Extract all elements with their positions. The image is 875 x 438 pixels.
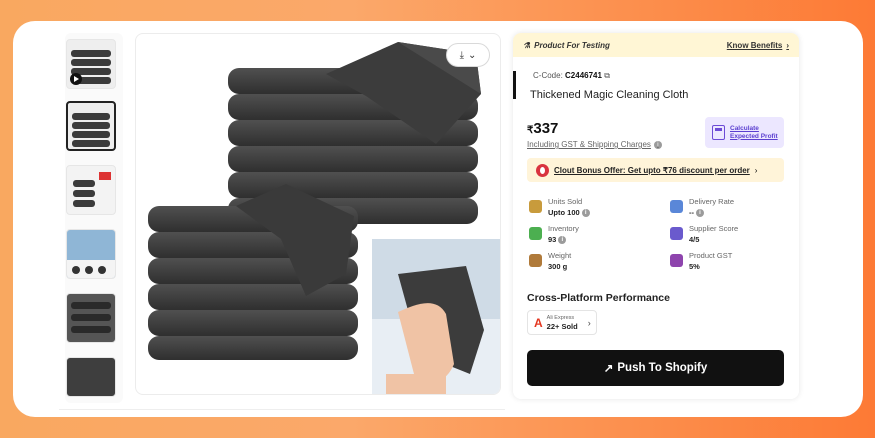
thumbnail-image[interactable] [66,357,116,397]
product-detail-card: ⤓ ⌄ ⚗ Product For Testing Know Benefits … [13,21,863,417]
stat-label: Product GST [689,251,733,260]
testing-icon: ⚗ [523,40,531,50]
push-button-label: Push To Shopify [617,362,708,374]
thumbnail-image[interactable] [66,293,116,343]
stat-value: 93 [548,235,557,244]
info-icon[interactable]: i [696,208,704,217]
product-code: C-Code: C2446741 ⧉ [533,71,610,81]
cube-icon [529,227,542,240]
info-icon[interactable]: i [581,208,590,217]
code-label: C-Code: [533,71,563,80]
info-icon[interactable]: i [558,235,567,244]
price: ₹337 [527,120,558,137]
push-to-shopify-button[interactable]: ↗ Push To Shopify [527,350,784,386]
chevron-right-icon: › [786,40,789,50]
thumbnail-image[interactable] [66,229,116,279]
chevron-right-icon: › [754,165,758,175]
calculator-icon [712,125,725,140]
stat-value: 5% [689,262,700,271]
product-title: Thickened Magic Cleaning Cloth [530,89,689,101]
platform-name: Ali Express [546,314,575,321]
clout-logo-icon [536,163,549,177]
truck-icon [670,200,683,213]
thumbnail-image-selected[interactable] [66,101,116,151]
testing-banner: ⚗ Product For Testing Know Benefits › [513,33,799,57]
know-benefits-link[interactable]: Know Benefits › [727,41,789,50]
price-value: 337 [533,120,559,137]
bonus-offer-banner[interactable]: Clout Bonus Offer: Get upto ₹76 discount… [527,158,784,182]
chevron-down-icon: ⌄ [468,49,477,61]
chevron-right-icon: › [587,317,591,328]
divider [59,409,505,417]
aliexpress-logo-icon: A [534,315,543,330]
box-icon [529,200,542,213]
stat-product-gst: Product GST 5% [670,251,732,272]
stat-units-sold: Units Sold Upto 100 i [529,197,590,218]
stat-value: 4/5 [689,235,700,244]
download-icon: ⤓ [459,49,465,61]
know-benefits-label: Know Benefits [726,40,783,50]
calculate-profit-button[interactable]: Calculate Expected Profit [705,117,784,148]
code-value: C2446741 [565,71,602,80]
stat-label: Inventory [548,224,579,233]
shield-icon [670,227,683,240]
stat-value: -- [689,208,694,217]
cross-platform-heading: Cross-Platform Performance [527,292,670,304]
arrow-up-right-icon: ↗ [603,363,614,375]
percent-doc-icon [670,254,683,267]
thumbnail-video[interactable] [66,39,116,89]
copy-icon[interactable]: ⧉ [604,71,610,80]
stat-value: Upto 100 [548,208,580,217]
thumbnail-strip [65,33,123,403]
price-note-text: Including GST & Shipping Charges [527,140,651,149]
cleaning-cloth-image [148,42,500,394]
stat-label: Units Sold [548,197,583,206]
stat-delivery-rate: Delivery Rate -- i [670,197,734,218]
main-product-image: ⤓ ⌄ [135,33,501,395]
stat-value: 300 g [548,262,568,271]
download-button[interactable]: ⤓ ⌄ [446,43,490,67]
stat-weight: Weight 300 g [529,251,571,272]
platform-sold: 22+ Sold [546,321,578,331]
stat-supplier-score: Supplier Score 4/5 [670,224,738,245]
testing-label: Product For Testing [534,40,610,50]
play-icon [70,73,82,85]
bonus-offer-text: Clout Bonus Offer: Get upto ₹76 discount… [554,165,750,175]
aliexpress-card[interactable]: A Ali Express 22+ Sold › [527,310,597,335]
weight-icon [529,254,542,267]
calc-label-1: Calculate [730,124,759,132]
stat-inventory: Inventory 93 i [529,224,579,245]
product-info-panel: ⚗ Product For Testing Know Benefits › C-… [513,33,799,399]
stat-label: Weight [548,251,572,260]
stat-label: Supplier Score [689,224,739,233]
calc-label-2: Expected Profit [730,132,778,140]
stat-label: Delivery Rate [689,197,735,206]
info-icon[interactable]: i [653,140,662,149]
thumbnail-image[interactable] [66,165,116,215]
price-note[interactable]: Including GST & Shipping Charges i [527,140,662,149]
